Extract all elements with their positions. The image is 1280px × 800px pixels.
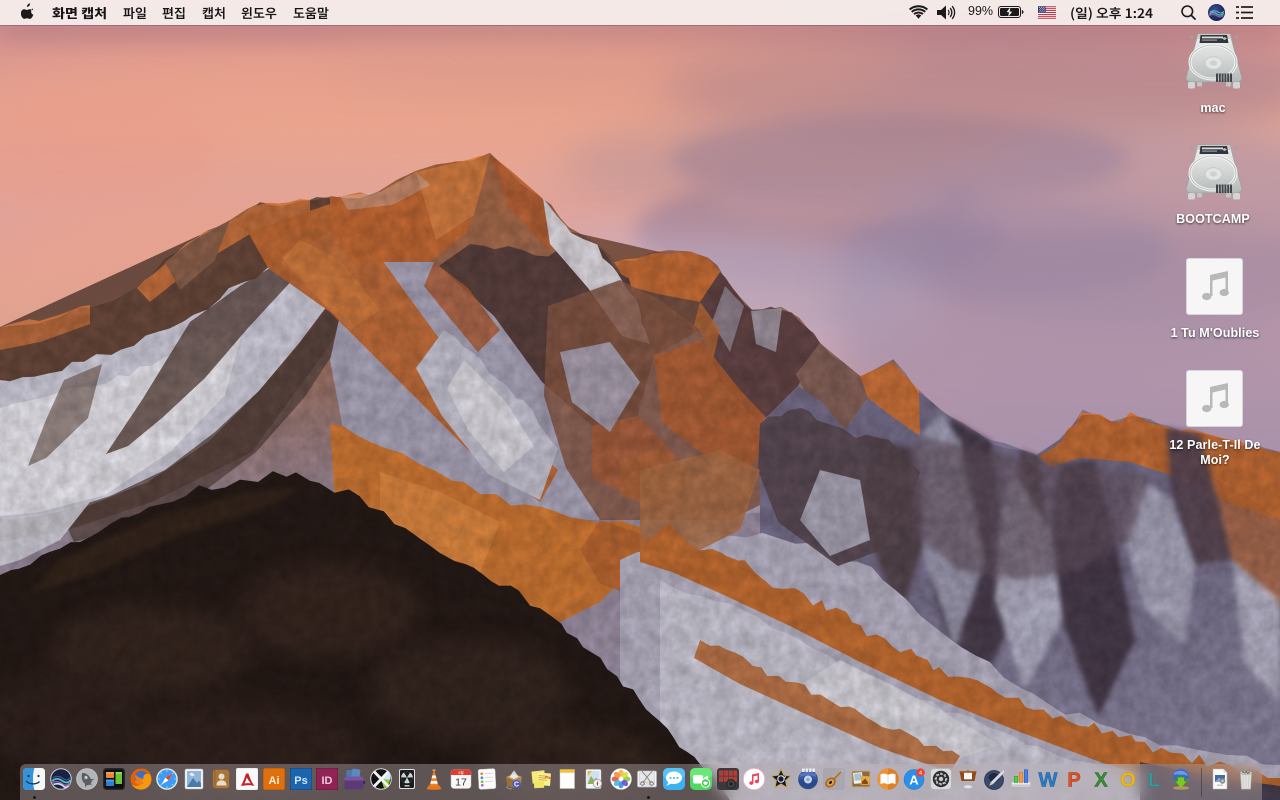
svg-text:17: 17 [455,777,467,789]
svg-text:Ai: Ai [268,775,279,787]
svg-text:C: C [514,782,519,789]
svg-text:O: O [1120,770,1136,791]
svg-text:X: X [1094,770,1108,791]
svg-text:Plans: Plans [545,776,552,781]
svg-text:Ps: Ps [294,775,307,787]
svg-text:6월: 6월 [458,770,463,775]
svg-text:ID: ID [322,775,333,787]
svg-text:4: 4 [919,770,922,776]
svg-text:W: W [1038,770,1057,791]
svg-text:L: L [1148,770,1160,791]
svg-text:P: P [1068,770,1081,791]
